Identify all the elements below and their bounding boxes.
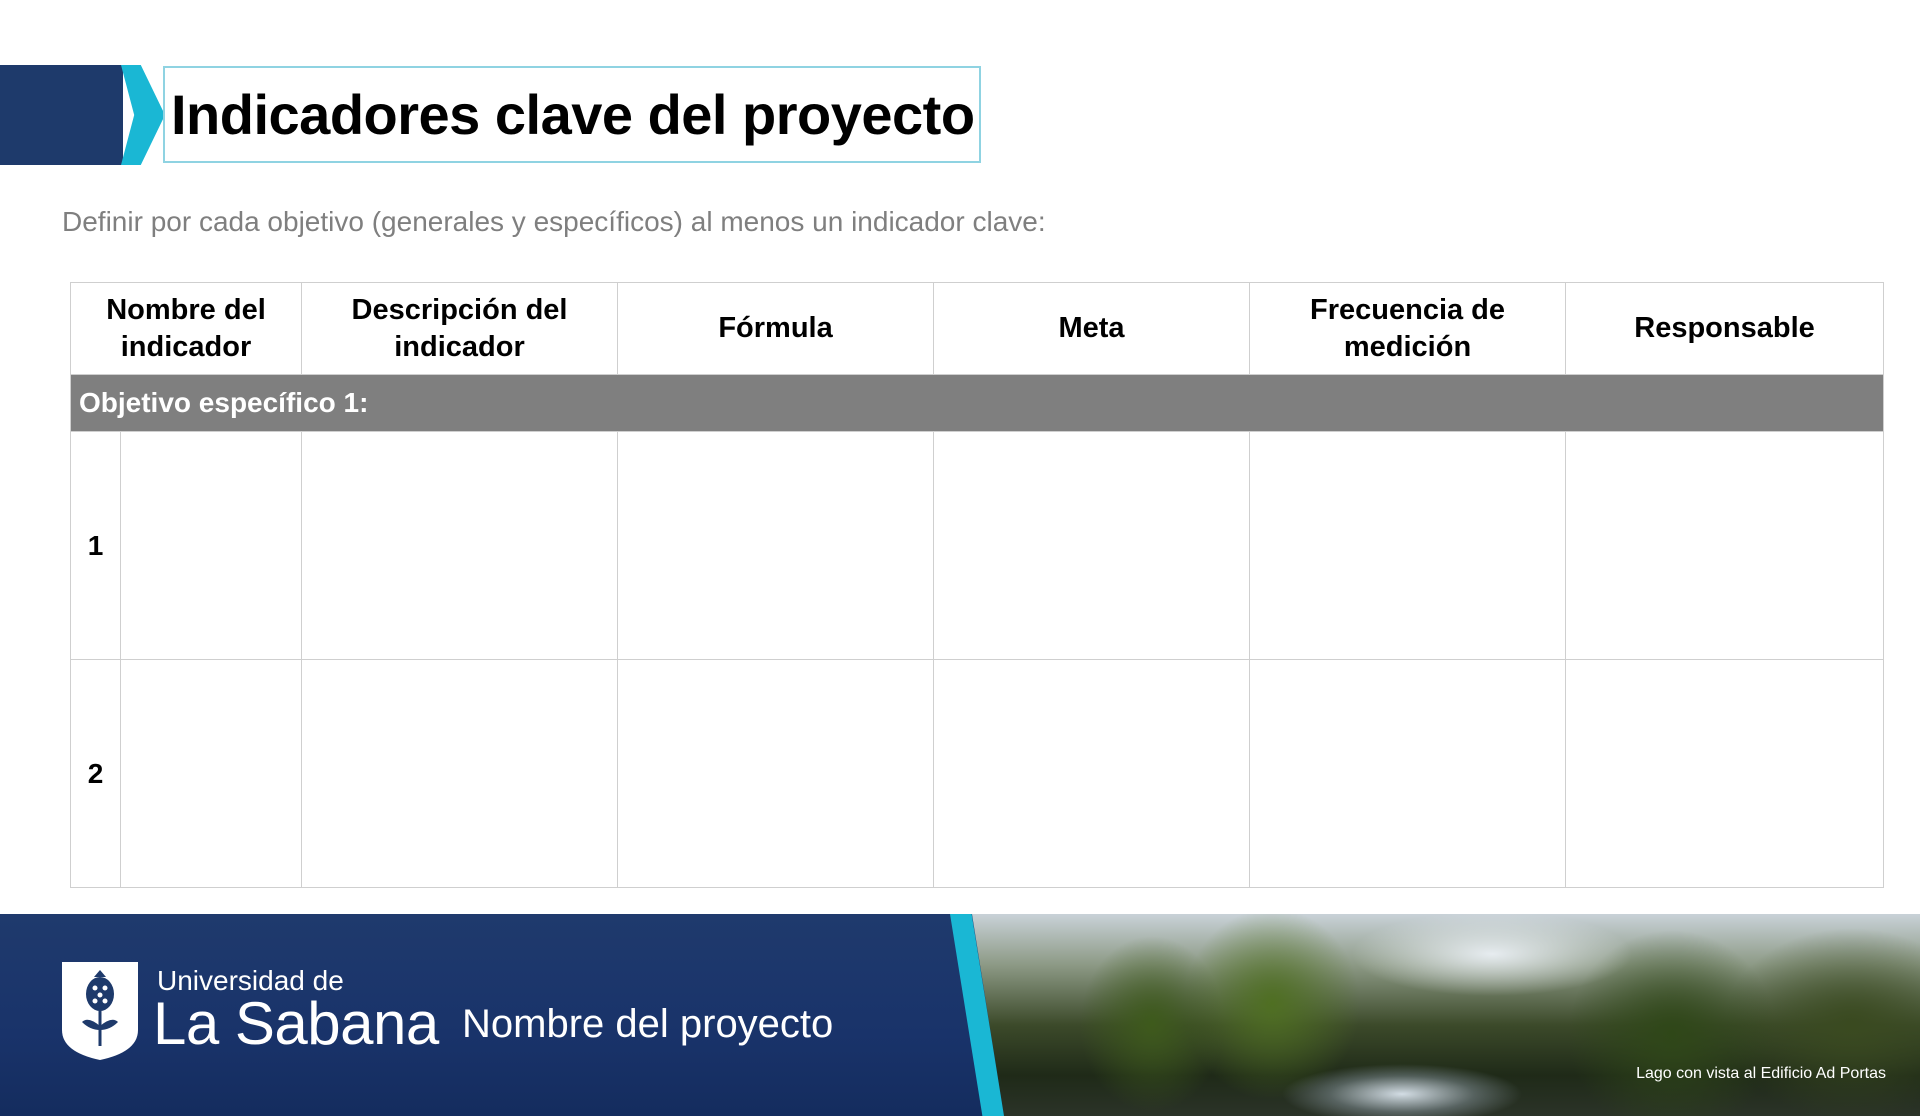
cell-formula[interactable]: [617, 431, 935, 660]
instruction-text: Definir por cada objetivo (generales y e…: [62, 206, 1046, 237]
cell-responsable[interactable]: [1565, 431, 1885, 660]
cell-descripcion[interactable]: [301, 431, 619, 660]
indicators-table: Nombre del indicador Descripción del ind…: [69, 282, 1885, 888]
cell-formula[interactable]: [617, 659, 935, 888]
header-formula: Fórmula: [617, 282, 935, 375]
row-number: 1: [70, 431, 121, 660]
header-frecuencia-medicion: Frecuencia de medición: [1249, 282, 1567, 375]
section-label: Objetivo específico 1:: [69, 374, 1885, 432]
title-chevron-accent: [121, 65, 165, 165]
photo-caption: Lago con vista al Edificio Ad Portas: [1636, 1065, 1886, 1082]
cell-frecuencia[interactable]: [1249, 431, 1567, 660]
table-row: 2: [70, 659, 1885, 888]
cell-responsable[interactable]: [1565, 659, 1885, 888]
row-number: 2: [70, 659, 121, 888]
cell-descripcion[interactable]: [301, 659, 619, 888]
university-shield-icon: [62, 962, 138, 1060]
campus-photo: [972, 914, 1920, 1116]
university-name-line2: La Sabana: [153, 990, 439, 1057]
section-row: Objetivo específico 1:: [69, 374, 1885, 432]
header-nombre-indicador: Nombre del indicador: [69, 282, 303, 375]
title-box: Indicadores clave del proyecto: [163, 66, 981, 163]
header-meta: Meta: [933, 282, 1251, 375]
cell-meta[interactable]: [933, 659, 1251, 888]
title-accent-bar: [0, 65, 123, 165]
cell-nombre[interactable]: [119, 659, 303, 888]
table-row: 1: [70, 431, 1885, 660]
project-name: Nombre del proyecto: [462, 1002, 834, 1046]
cell-meta[interactable]: [933, 431, 1251, 660]
header-descripcion-indicador: Descripción del indicador: [301, 282, 619, 375]
cell-nombre[interactable]: [119, 431, 303, 660]
header-responsable: Responsable: [1565, 282, 1885, 375]
page-title: Indicadores clave del proyecto: [171, 83, 975, 146]
cell-frecuencia[interactable]: [1249, 659, 1567, 888]
table-header-row: Nombre del indicador Descripción del ind…: [69, 282, 1885, 375]
